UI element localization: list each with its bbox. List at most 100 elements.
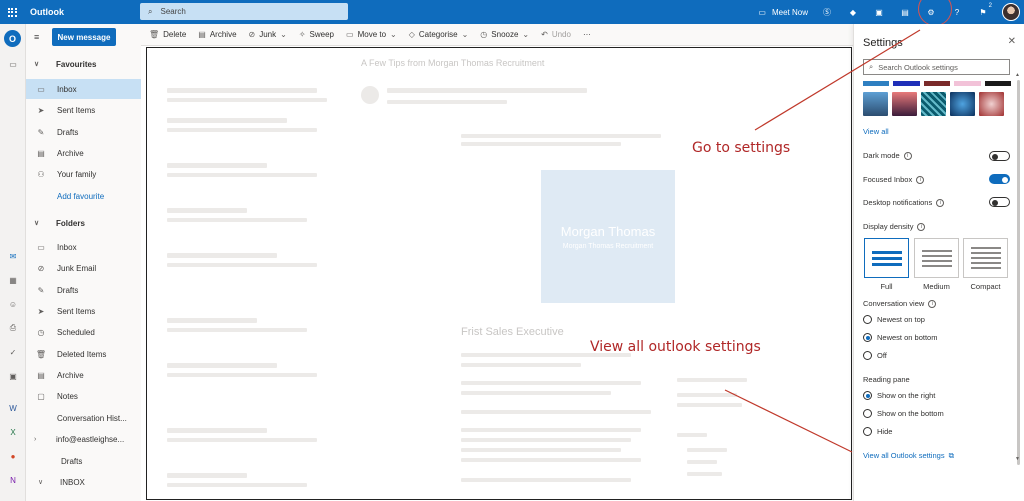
skype-icon[interactable]: Ⓢ [814, 0, 840, 24]
favourite-archive[interactable]: ▤ Archive [26, 143, 141, 163]
delete-button[interactable]: 🗑 Delete [149, 30, 186, 39]
trash-icon: 🗑 [35, 349, 47, 359]
theme-option[interactable] [892, 92, 917, 116]
settings-scrollbar[interactable] [1017, 80, 1020, 465]
focused-inbox-toggle[interactable] [989, 174, 1010, 184]
word-icon[interactable]: W [5, 402, 21, 414]
reading-pane-right-radio[interactable]: Show on the right [863, 391, 935, 400]
folder-account-inbox[interactable]: ∨ INBOX [26, 472, 141, 492]
folder-notes[interactable]: ▢ Notes [26, 386, 141, 406]
onenote-icon[interactable]: N [5, 474, 21, 486]
more-options-icon[interactable]: ··· [583, 30, 591, 39]
close-icon[interactable]: ✕ [1008, 36, 1016, 47]
whats-new-icon[interactable]: ⚑ 2 [970, 0, 996, 24]
new-message-button[interactable]: New message [52, 28, 116, 46]
ghost-line [387, 88, 587, 93]
rail-mail-active-icon[interactable]: ✉ [5, 250, 21, 262]
annotation-view-all-settings: View all outlook settings [590, 339, 761, 355]
rail-calendar-icon[interactable]: ▦ [5, 274, 21, 286]
theme-option[interactable] [921, 92, 946, 116]
folder-account-drafts[interactable]: Drafts [26, 451, 141, 471]
annotation-go-to-settings: Go to settings [692, 140, 791, 156]
junk-button[interactable]: ⊘ Junk ⌄ [249, 30, 287, 39]
outlook-logo-icon[interactable]: O [4, 30, 21, 47]
folder-sent-items[interactable]: ➤ Sent Items [26, 301, 141, 321]
settings-search-input[interactable]: ⌕ Search Outlook settings [863, 59, 1010, 75]
ghost-line [687, 460, 717, 464]
undo-button[interactable]: ↶ Undo [541, 30, 571, 39]
scroll-up-arrow-icon[interactable]: ▲ [1015, 72, 1020, 78]
dark-mode-toggle[interactable] [989, 151, 1010, 161]
categorise-button[interactable]: ◇ Categorise ⌄ [409, 30, 469, 39]
settings-pane: Settings ✕ ⌕ Search Outlook settings Vie… [853, 24, 1024, 501]
conversation-newest-bottom-radio[interactable]: Newest on bottom [863, 333, 937, 342]
message-area-dimmed: A Few Tips from Morgan Thomas Recruitmen… [146, 47, 852, 500]
folders-header[interactable]: ∨ Folders [26, 213, 141, 233]
desktop-notifications-toggle[interactable] [989, 197, 1010, 207]
reading-pane-hide-radio[interactable]: Hide [863, 427, 892, 436]
folder-archive[interactable]: ▤ Archive [26, 365, 141, 385]
rail-people-icon[interactable]: ☺ [5, 298, 21, 310]
sent-icon: ➤ [37, 105, 45, 115]
folder-junk-email[interactable]: ⊘ Junk Email [26, 258, 141, 278]
theme-option[interactable] [979, 92, 1004, 116]
office-icon[interactable]: ▣ [866, 0, 892, 24]
rail-apps-icon[interactable]: ▣ [5, 370, 21, 382]
favourite-your-family[interactable]: ⚇ Your family [26, 164, 141, 184]
snooze-button[interactable]: ◷ Snooze ⌄ [480, 30, 529, 39]
rail-files-icon[interactable]: ⎙ [5, 322, 21, 334]
search-input[interactable]: ⌕ Search [140, 3, 348, 20]
info-icon[interactable]: i [917, 222, 926, 231]
add-favourite-link[interactable]: Add favourite [26, 186, 141, 206]
info-icon[interactable]: i [903, 151, 912, 160]
favourites-header[interactable]: ∨ Favourites [26, 54, 141, 74]
my-day-icon[interactable]: ▤ [892, 0, 918, 24]
premium-icon[interactable]: ◆ [840, 0, 866, 24]
density-compact-option[interactable] [963, 238, 1008, 278]
ghost-line [461, 391, 611, 395]
hamburger-icon[interactable]: ≡ [34, 32, 39, 42]
info-icon[interactable]: i [916, 175, 925, 184]
theme-option[interactable] [950, 92, 975, 116]
theme-option[interactable] [863, 92, 888, 116]
favourite-drafts[interactable]: ✎ Drafts [26, 122, 141, 142]
powerpoint-icon[interactable]: ● [5, 450, 21, 462]
move-to-button[interactable]: ▭ Move to ⌄ [346, 30, 397, 39]
reading-pane-bottom-radio[interactable]: Show on the bottom [863, 409, 944, 418]
app-title[interactable]: Outlook [30, 7, 140, 17]
archive-button[interactable]: ▤ Archive [198, 30, 236, 39]
rail-mail-icon[interactable]: ▭ [5, 58, 21, 70]
sweep-button[interactable]: ✧ Sweep [299, 30, 334, 39]
view-all-themes-link[interactable]: View all [863, 127, 889, 136]
view-all-outlook-settings-link[interactable]: View all Outlook settings ⧉ [863, 451, 954, 461]
folder-account[interactable]: › info@eastleighse... [26, 429, 141, 449]
avatar[interactable] [1002, 3, 1020, 21]
folder-conversation-history[interactable]: Conversation Hist... [26, 408, 141, 428]
inbox-icon: ▭ [37, 242, 45, 252]
conversation-newest-top-radio[interactable]: Newest on top [863, 315, 925, 324]
meet-now-button[interactable]: ▭ Meet Now [752, 0, 814, 24]
favourite-inbox[interactable]: ▭ Inbox [26, 79, 141, 99]
info-icon[interactable]: i [936, 198, 945, 207]
favourite-sent-items[interactable]: ➤ Sent Items [26, 100, 141, 120]
radio-dot-selected [863, 333, 872, 342]
video-icon: ▭ [758, 7, 766, 17]
info-icon[interactable]: i [928, 299, 937, 308]
folder-deleted-items[interactable]: 🗑 Deleted Items [26, 344, 141, 364]
sender-avatar [361, 86, 379, 104]
app-launcher-icon[interactable] [0, 0, 24, 24]
conversation-off-radio[interactable]: Off [863, 351, 887, 360]
family-icon: ⚇ [37, 169, 45, 179]
rail-todo-icon[interactable]: ✓ [5, 346, 21, 358]
chevron-down-icon: ⌄ [280, 30, 287, 39]
scroll-down-arrow-icon[interactable]: ▼ [1015, 456, 1020, 462]
folder-scheduled[interactable]: ◷ Scheduled [26, 322, 141, 342]
density-medium-option[interactable] [914, 238, 959, 278]
folder-inbox[interactable]: ▭ Inbox [26, 237, 141, 257]
pencil-icon: ✎ [37, 127, 45, 137]
ghost-line [167, 163, 267, 168]
density-full-option[interactable] [864, 238, 909, 278]
top-bar: Outlook ⌕ Search ▭ Meet Now Ⓢ ◆ ▣ ▤ ⚙ ? … [0, 0, 1024, 26]
folder-drafts[interactable]: ✎ Drafts [26, 280, 141, 300]
excel-icon[interactable]: X [5, 426, 21, 438]
